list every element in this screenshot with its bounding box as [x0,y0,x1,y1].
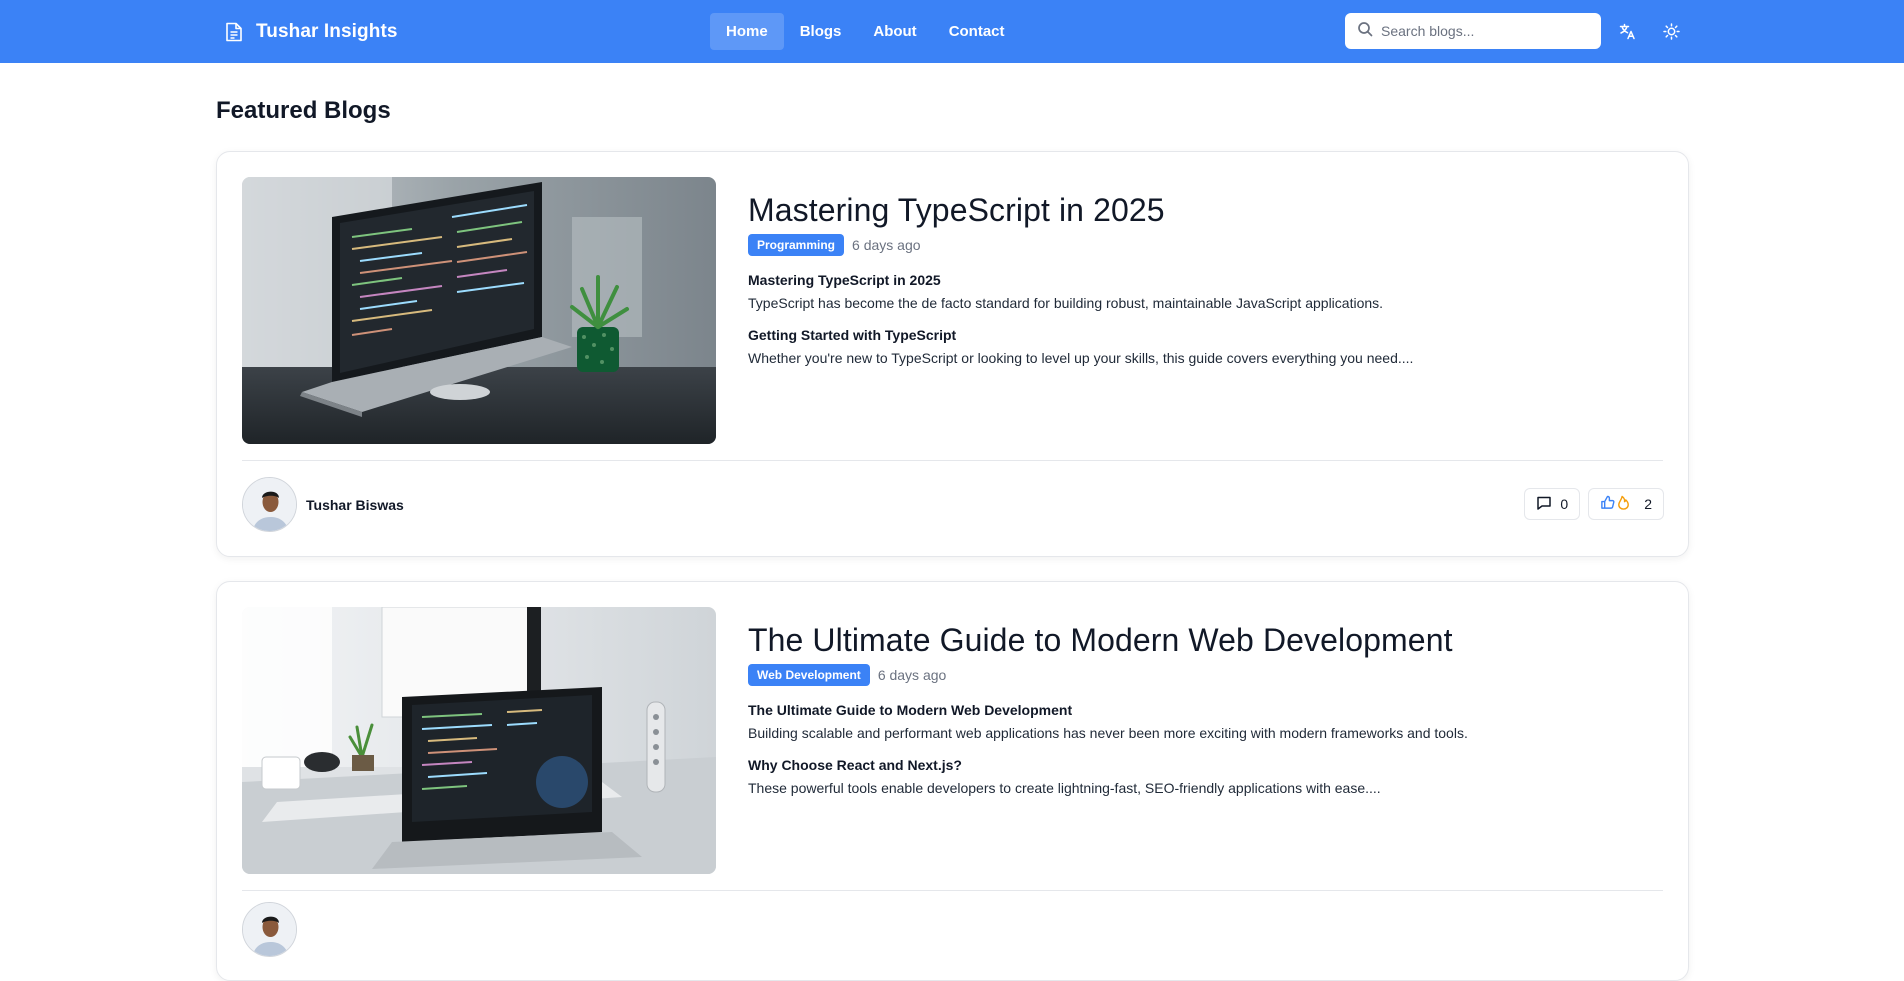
excerpt-text: TypeScript has become the de facto stand… [748,295,1384,311]
comments-count: 0 [1560,496,1569,512]
post-date: 6 days ago [877,667,947,683]
nav-blogs[interactable]: Blogs [784,13,858,50]
comments-button[interactable]: 0 [1524,488,1581,520]
navbar: Tushar Insights Home Blogs About Contact [0,0,1904,63]
brand-title: Tushar Insights [256,20,398,42]
author-info[interactable]: Tushar Biswas [242,477,404,532]
excerpt-heading: The Ultimate Guide to Modern Web Develop… [748,702,1073,718]
blog-card-body: Mastering TypeScript in 2025 Programming… [748,190,1648,366]
blog-card[interactable]: Mastering TypeScript in 2025 Programming… [216,151,1689,557]
search-box [1345,13,1601,49]
blog-thumbnail[interactable] [242,177,716,444]
excerpt-text: Whether you're new to TypeScript or look… [748,350,1414,366]
avatar [242,477,297,532]
post-date: 6 days ago [852,237,921,253]
excerpt-heading: Getting Started with TypeScript [748,327,957,343]
post-actions: 0 2 [1524,488,1664,520]
post-meta: Web Development 6 days ago [748,664,1648,686]
nav-contact[interactable]: Contact [933,13,1021,50]
sun-icon[interactable] [1657,17,1685,45]
card-divider [242,890,1663,891]
author-info[interactable] [242,902,297,957]
excerpt-text: These powerful tools enable developers t… [748,780,1381,796]
blog-card-body: The Ultimate Guide to Modern Web Develop… [748,620,1648,796]
excerpt-text: Building scalable and performant web app… [748,725,1468,741]
nav-about[interactable]: About [857,13,932,50]
section-title: Featured Blogs [216,97,391,124]
thumbs-up-icon [1600,495,1615,513]
excerpt-heading: Mastering TypeScript in 2025 [748,272,941,288]
blog-thumbnail[interactable] [242,607,716,874]
search-icon [1357,21,1373,42]
reactions-button[interactable]: 2 [1588,488,1664,520]
comment-icon [1536,495,1552,514]
main-nav: Home Blogs About Contact [710,13,1021,50]
document-icon [224,21,244,43]
nav-home[interactable]: Home [710,13,784,50]
category-badge[interactable]: Web Development [748,664,870,686]
brand[interactable]: Tushar Insights [224,0,398,63]
excerpt-heading: Why Choose React and Next.js? [748,757,962,773]
reactions-count: 2 [1644,496,1652,512]
blog-card[interactable]: The Ultimate Guide to Modern Web Develop… [216,581,1689,981]
fire-icon [1617,495,1630,513]
translate-icon[interactable] [1613,17,1641,45]
post-title[interactable]: The Ultimate Guide to Modern Web Develop… [748,620,1648,660]
author-name: Tushar Biswas [306,496,404,513]
post-meta: Programming 6 days ago [748,234,1648,256]
category-badge[interactable]: Programming [748,234,845,256]
post-title[interactable]: Mastering TypeScript in 2025 [748,190,1648,230]
card-divider [242,460,1663,461]
avatar [242,902,297,957]
search-input[interactable] [1381,23,1581,39]
